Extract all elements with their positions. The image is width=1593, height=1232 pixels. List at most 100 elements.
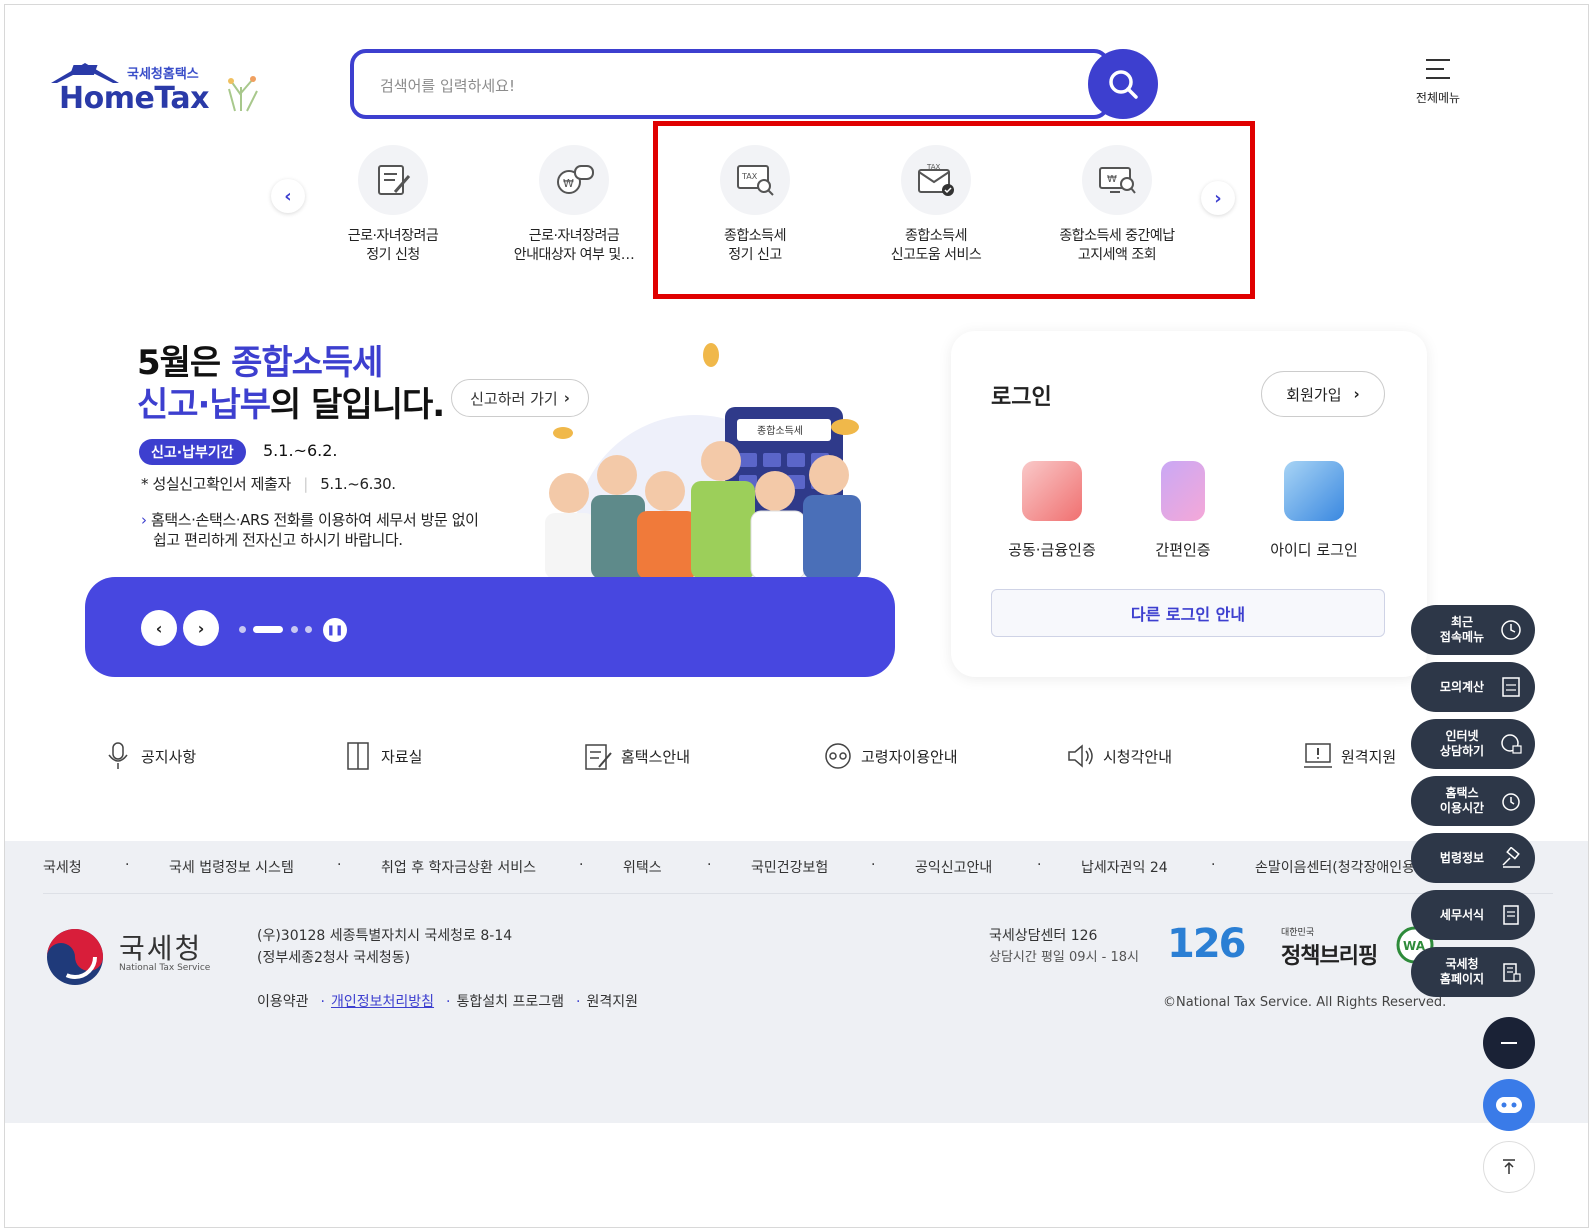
footer-link[interactable]: 국세 법령정보 시스템 [169,857,294,877]
page-frame: 국세청홈택스 HomeTax 검색어를 입력하세요! 전체메뉴 ‹ › 근로·자… [4,4,1589,1228]
call-center-title: 국세상담센터 126 [989,928,1098,944]
divider: | [303,475,308,493]
logo-big-text: HomeTax [59,81,210,116]
asterisk-icon: * [141,475,149,493]
banner-line3: 쉽고 편리하게 전자신고 하시기 바랍니다. [153,531,403,549]
logo-small-text: 국세청홈택스 [127,67,199,82]
remote-support-link[interactable]: 원격지원 [586,994,638,1010]
quick-item-line1: 근로·자녀장려금 [347,228,439,244]
chevron-right-icon: › [141,511,147,529]
quick-link-label: 자료실 [381,747,423,766]
quick-link-audiovisual[interactable]: 시청각안내 [1063,739,1172,773]
login-method-id[interactable]: 아이디 로그인 [1249,461,1379,560]
quick-link-library[interactable]: 자료실 [341,739,422,773]
float-law-button[interactable]: 법령정보 [1411,833,1535,883]
chat-icon [1499,732,1523,756]
quick-link-guide[interactable]: 홈택스안내 [581,739,690,773]
period-date: 5.1.~6.2. [263,441,338,460]
login-title: 로그인 [991,385,1052,410]
quick-link-label: 시청각안내 [1103,747,1173,766]
gavel-icon [1499,846,1523,870]
quick-item-line2: 안내대상자 여부 및… [513,247,635,263]
footer-link[interactable]: 국세청 [43,857,82,877]
footer-link[interactable]: 국민건강보험 [751,857,828,877]
nts-english-name: National Tax Service [119,963,211,973]
footer-link-separator: · [1037,857,1042,873]
laptop-login-icon [1284,461,1344,521]
chevron-left-icon: ‹ [155,618,163,638]
minus-icon [1501,1042,1517,1044]
quick-prev-button[interactable]: ‹ [271,179,305,213]
search-button[interactable] [1088,49,1158,119]
footer-link-separator: · [1211,857,1216,873]
footer-link-separator: · [707,857,712,873]
scroll-top-button[interactable] [1483,1141,1535,1193]
banner-indicator-active[interactable] [253,626,283,633]
float-label: 법령정보 [1439,850,1485,865]
call-center-hours: 상담시간 평일 09시 - 18시 [989,950,1139,965]
full-menu-button[interactable]: 전체메뉴 [1407,59,1469,106]
phone-auth-icon [1161,461,1205,521]
brief-small-text: 대한민국 [1281,928,1315,938]
certificate-card-icon [1022,461,1082,521]
brief-big-text: 정책브리핑 [1281,944,1378,969]
banner-indicator-dot[interactable] [291,626,298,633]
elderly-face-icon [821,739,855,773]
chatbot-icon [1496,1097,1522,1113]
banner-prev-button[interactable]: ‹ [141,610,177,646]
footer-link[interactable]: 손말이음센터(청각장애인용 [1255,857,1415,877]
clock-icon [1499,618,1523,642]
login-method-certificate[interactable]: 공동·금융인증 [987,461,1117,560]
footer-link[interactable]: 납세자권익 24 [1081,857,1168,877]
quick-link-elderly[interactable]: 고령자이용안내 [821,739,958,773]
float-calculator-button[interactable]: 모의계산 [1411,662,1535,712]
banner-pause-button[interactable]: ❚❚ [323,618,347,642]
banner-indicator-dot[interactable] [305,626,312,633]
nts-emblem-icon [47,929,103,985]
join-button[interactable]: 회원가입 › [1261,371,1385,417]
quick-item-incentive-check[interactable]: ₩ 근로·자녀장려금 안내대상자 여부 및… [489,145,659,265]
footer-link[interactable]: 공익신고안내 [915,857,992,877]
hometax-logo[interactable]: 국세청홈택스 HomeTax [45,61,275,121]
policy-briefing-logo[interactable]: 대한민국 정책브리핑 [1281,925,1378,970]
float-label: 인터넷 상담하기 [1439,729,1485,758]
chatbot-button[interactable] [1483,1079,1535,1131]
install-program-link[interactable]: 통합설치 프로그램 [456,994,564,1010]
privacy-policy-link[interactable]: 개인정보처리방침 [331,994,434,1010]
footer-link[interactable]: 위택스 [623,857,662,877]
search-icon [1109,70,1138,99]
quick-link-notice[interactable]: 공지사항 [101,739,196,773]
search-input[interactable]: 검색어를 입력하세요! [350,49,1110,119]
quick-item-line1: 근로·자녀장려금 [528,228,620,244]
footer-nav: 이용약관 · 개인정보처리방침 · 통합설치 프로그램 · 원격지원 [257,991,644,1011]
other-login-button[interactable]: 다른 로그인 안내 [991,589,1385,637]
float-collapse-button[interactable] [1483,1017,1535,1069]
banner-next-button[interactable]: › [183,610,219,646]
speaker-icon [1063,739,1097,773]
banner-line1-label: 성실신고확인서 제출자 [152,475,291,493]
chevron-right-icon: › [197,618,205,638]
terms-link[interactable]: 이용약관 [257,994,309,1010]
login-method-simple[interactable]: 간편인증 [1118,461,1248,560]
call-126-badge[interactable]: 126 [1167,923,1249,965]
banner-line2: › 홈택스·손택스·ARS 전화를 이용하여 세무서 방문 없이 [141,509,479,530]
call-center: 국세상담센터 126 상담시간 평일 09시 - 18시 [989,925,1139,969]
banner-line1: * 성실신고확인서 제출자 | 5.1.~6.30. [141,473,396,494]
float-consult-button[interactable]: 인터넷 상담하기 [1411,719,1535,769]
float-hours-button[interactable]: 홈택스 이용시간 [1411,776,1535,826]
footer-link-separator: · [337,857,342,873]
quick-item-incentive-apply[interactable]: 근로·자녀장려금 정기 신청 [308,145,478,265]
banner-title-line2: 신고·납부의 달입니다. [137,377,445,426]
banner-title-highlight: 신고·납부 [137,385,271,425]
float-forms-button[interactable]: 세무서식 [1411,890,1535,940]
banner-indicator-dot[interactable] [239,626,246,633]
coin-chat-icon: ₩ [539,145,609,215]
footer-link-separator: · [579,857,584,873]
quick-link-remote[interactable]: 원격지원 [1301,739,1396,773]
footer-link[interactable]: 취업 후 학자금상환 서비스 [381,857,536,877]
building-icon [1499,960,1523,984]
join-label: 회원가입 [1286,385,1342,404]
float-recent-menu-button[interactable]: 최근 접속메뉴 [1411,605,1535,655]
plant-icon [228,76,258,112]
float-homepage-button[interactable]: 국세청 홈페이지 [1411,947,1535,997]
